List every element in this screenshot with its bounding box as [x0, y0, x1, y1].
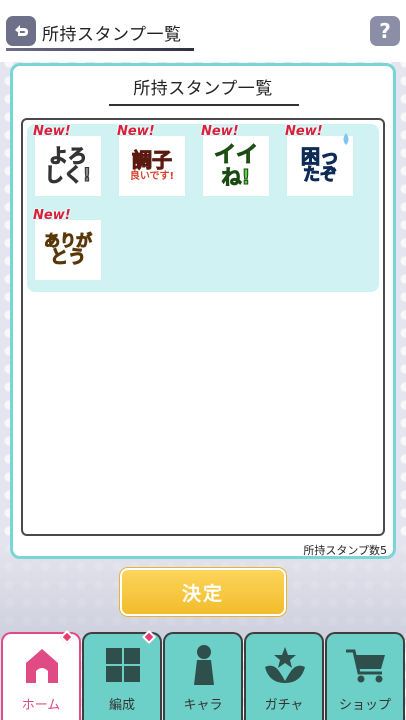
stamp-grid: よろ しく! New! 調子 良いです! New! イイ ね! New! 困っ … — [27, 124, 379, 292]
stamp-text-line2: 良いです! — [129, 171, 175, 182]
new-badge: New! — [33, 208, 71, 223]
sweat-drop-icon — [343, 133, 349, 145]
new-badge: New! — [33, 124, 71, 139]
stamp-list-box[interactable]: よろ しく! New! 調子 良いです! New! イイ ね! New! 困っ … — [21, 118, 385, 536]
nav-gacha-label: ガチャ — [264, 698, 304, 713]
nav-formation[interactable]: 編成 — [82, 632, 162, 720]
bottom-nav: ホーム 編成 キャラ ガチャ ショップ — [0, 629, 406, 720]
stamp-image: 調子 良いです! — [119, 136, 185, 196]
nav-home-label: ホーム — [21, 698, 61, 713]
stamp-image: よろ しく! — [35, 136, 101, 196]
nav-gacha[interactable]: ガチャ — [244, 632, 324, 720]
panel-title-underline — [109, 104, 299, 106]
stamp-item-arigatou[interactable]: ありが とう New! — [33, 208, 101, 280]
panel-title: 所持スタンプ一覧 — [133, 79, 273, 99]
nav-character[interactable]: キャラ — [163, 632, 243, 720]
nav-shop-label: ショップ — [338, 698, 391, 713]
back-button[interactable] — [6, 16, 36, 46]
nav-character-label: キャラ — [183, 698, 223, 713]
home-icon — [19, 642, 65, 688]
decide-button[interactable]: 決定 — [120, 568, 286, 616]
shop-cart-icon — [343, 642, 389, 688]
stamp-item-komatta[interactable]: 困っ たぞ New! — [285, 124, 353, 196]
stamp-list-panel: 所持スタンプ一覧 よろ しく! New! 調子 良いです! New! イイ ね!… — [10, 63, 396, 559]
new-badge: New! — [117, 124, 155, 139]
nav-formation-label: 編成 — [108, 698, 135, 713]
character-icon — [181, 642, 227, 688]
nav-shop[interactable]: ショップ — [325, 632, 405, 720]
page-title: 所持スタンプ一覧 — [42, 25, 182, 45]
stamp-item-yoroshiku[interactable]: よろ しく! New! — [33, 124, 101, 196]
gacha-icon — [262, 642, 308, 688]
stamp-image: イイ ね! — [203, 136, 269, 196]
stamp-item-iine[interactable]: イイ ね! New! — [201, 124, 269, 196]
stamp-text-line1: 調子 — [132, 148, 173, 172]
stamp-text-line2: しく! — [44, 164, 92, 186]
back-arrow-icon — [15, 25, 28, 36]
new-badge: New! — [285, 124, 323, 139]
help-button[interactable]: ? — [370, 16, 400, 46]
new-badge: New! — [201, 124, 239, 139]
stamp-text-line1: イイ — [213, 143, 258, 168]
formation-grid-icon — [100, 642, 146, 688]
nav-home[interactable]: ホーム — [1, 632, 81, 720]
stamp-image: ありが とう — [35, 220, 101, 280]
top-bar: 所持スタンプ一覧 ? — [0, 0, 406, 62]
stamp-text-line2: とう — [50, 247, 87, 268]
stamp-text-line2: ね! — [221, 165, 251, 189]
stamp-text-line2: たぞ — [303, 165, 338, 185]
title-underline — [6, 48, 194, 51]
stamp-item-choushi[interactable]: 調子 良いです! New! — [117, 124, 185, 196]
stamp-count-label: 所持スタンプ数5 — [303, 544, 387, 557]
